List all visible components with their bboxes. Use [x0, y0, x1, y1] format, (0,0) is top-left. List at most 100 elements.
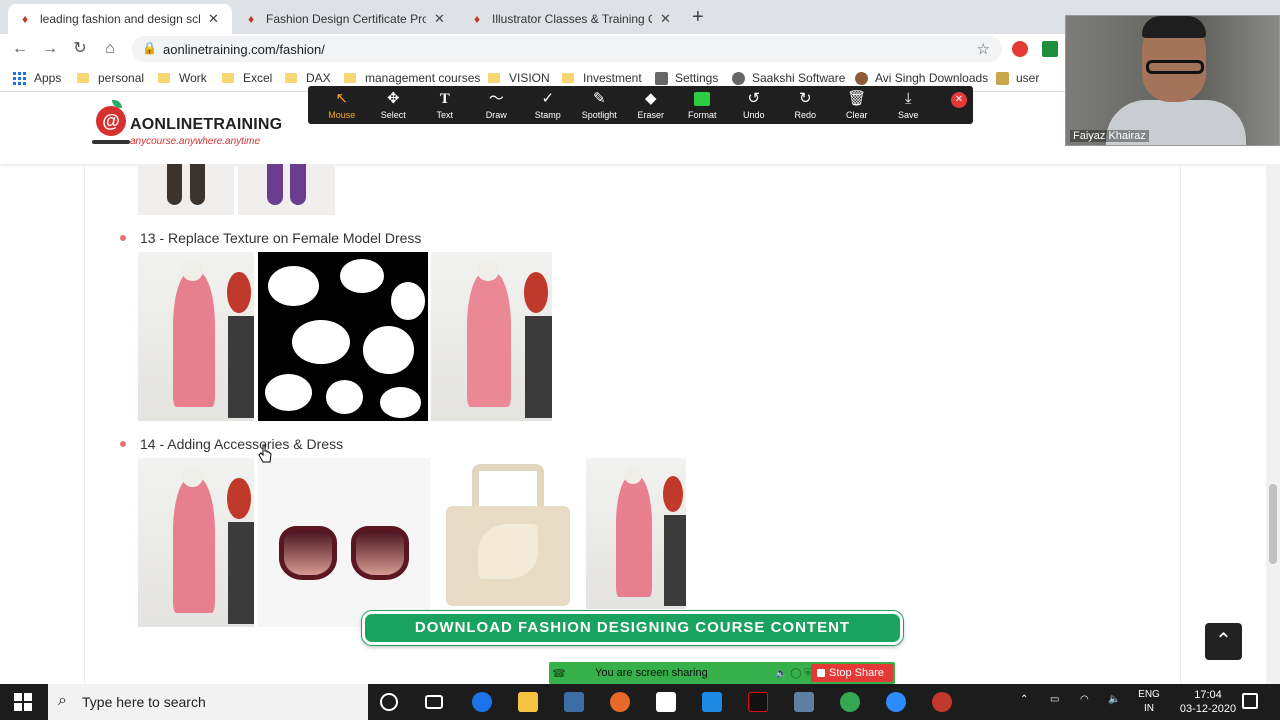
- draw-tool-button[interactable]: 〜 Draw: [471, 86, 523, 124]
- model-dress-image: [138, 458, 254, 627]
- amazon-icon[interactable]: [656, 692, 676, 712]
- save-button[interactable]: ⤓ Save: [883, 86, 935, 124]
- extension-icon[interactable]: [1042, 41, 1058, 57]
- bullet-icon: [120, 441, 126, 447]
- tab-title: leading fashion and design scho: [40, 12, 200, 26]
- eraser-tool-button[interactable]: ◆ Eraser: [625, 86, 677, 124]
- sunglasses-image: [258, 458, 430, 627]
- windows-start-icon[interactable]: [14, 693, 32, 711]
- bookmark-user[interactable]: user: [996, 71, 1039, 85]
- download-icon: ⤓: [904, 90, 912, 107]
- download-course-content-button[interactable]: DOWNLOAD FASHION DESIGNING COURSE CONTEN…: [362, 611, 903, 645]
- scrollbar-thumb[interactable]: [1269, 484, 1277, 564]
- hand-cursor-icon: [258, 444, 272, 463]
- edge-icon[interactable]: [472, 692, 492, 712]
- close-tab-icon[interactable]: ✕: [434, 11, 445, 27]
- participant-video[interactable]: Faiyaz Khairaz: [1065, 15, 1280, 146]
- logo-text: AONLINETRAINING: [130, 116, 283, 133]
- close-tab-icon[interactable]: ✕: [660, 11, 671, 27]
- folder-icon: [222, 73, 234, 83]
- mouse-tool-button[interactable]: ↖ Mouse: [316, 86, 368, 124]
- format-tool-button[interactable]: Format: [677, 86, 729, 124]
- tab-fashion-school[interactable]: ♦ leading fashion and design scho ✕: [8, 4, 232, 34]
- section-13-title: 13 - Replace Texture on Female Model Dre…: [120, 230, 421, 246]
- globe-icon: [732, 71, 745, 85]
- notification-icon[interactable]: [1242, 693, 1258, 709]
- model-textured-dress-image: [431, 252, 552, 421]
- clear-button[interactable]: 🗑 Clear: [831, 86, 883, 124]
- select-tool-button[interactable]: ✥ Select: [368, 86, 420, 124]
- close-annotation-icon[interactable]: ✕: [951, 92, 967, 108]
- page-scrollbar[interactable]: [1266, 164, 1280, 684]
- spotlight-tool-button[interactable]: ✎ Spotlight: [574, 86, 626, 124]
- clock-date: 03-12-2020: [1179, 703, 1237, 715]
- network-app-icon[interactable]: [794, 692, 814, 712]
- store-icon[interactable]: [564, 692, 584, 712]
- folder-icon: [488, 73, 500, 83]
- mail-icon[interactable]: [702, 692, 722, 712]
- screen-sharing-bar[interactable]: ☎ You are screen sharing 🔈 ◯ ⛨ Stop Shar…: [549, 662, 895, 684]
- bookmark-star-icon[interactable]: ☆: [977, 40, 990, 58]
- logo-tagline: anycourse.anywhere.anytime: [130, 136, 261, 147]
- wifi-icon[interactable]: ◠: [1080, 694, 1089, 720]
- file-explorer-icon[interactable]: [518, 692, 538, 712]
- bookmark-saakshi-software[interactable]: Saakshi Software: [732, 71, 845, 85]
- stop-share-button[interactable]: Stop Share: [811, 664, 893, 682]
- language-indicator[interactable]: ENG IN: [1137, 688, 1161, 716]
- taskbar-search-box[interactable]: ⌕ Type here to search: [48, 684, 368, 720]
- folder-icon: [285, 73, 297, 83]
- search-placeholder: Type here to search: [82, 694, 206, 710]
- tab-fashion-certificate[interactable]: ♦ Fashion Design Certificate Progr ✕: [234, 4, 458, 34]
- bookmark-vision[interactable]: VISION: [488, 71, 550, 85]
- bookmark-apps[interactable]: Apps: [13, 71, 61, 85]
- volume-icon[interactable]: 🔈: [1108, 694, 1120, 720]
- redo-button[interactable]: ↻ Redo: [780, 86, 832, 124]
- opera-extension-icon[interactable]: [1012, 41, 1028, 57]
- zoom-icon[interactable]: [886, 692, 906, 712]
- model-pink-dress-image: [138, 252, 254, 421]
- scroll-to-top-button[interactable]: ⌃: [1205, 623, 1242, 660]
- netflix-icon[interactable]: [748, 692, 768, 712]
- model-with-accessories-image: [586, 458, 686, 609]
- bookmark-management-courses[interactable]: management courses: [344, 71, 480, 85]
- app-icon[interactable]: [932, 692, 952, 712]
- text-tool-button[interactable]: T Text: [419, 86, 471, 124]
- bookmark-excel[interactable]: Excel: [222, 71, 272, 85]
- bookmark-investment[interactable]: Investment: [562, 71, 642, 85]
- bookmark-work[interactable]: Work: [158, 71, 207, 85]
- cortana-icon[interactable]: [380, 693, 398, 711]
- color-swatch-icon: [694, 92, 711, 106]
- undo-button[interactable]: ↺ Undo: [728, 86, 780, 124]
- site-logo[interactable]: @ AONLINETRAINING anycourse.anywhere.any…: [90, 100, 290, 156]
- forward-arrow-icon[interactable]: →: [40, 39, 60, 59]
- stamp-tool-button[interactable]: ✓ Stamp: [522, 86, 574, 124]
- bookmark-avi-singh-downloads[interactable]: Avi Singh Downloads: [855, 71, 988, 85]
- address-bar[interactable]: 🔒 aonlinetraining.com/fashion/ ☆: [132, 36, 1002, 62]
- redo-icon: ↻: [798, 90, 812, 107]
- firefox-icon[interactable]: [610, 692, 630, 712]
- system-clock[interactable]: 17:04 03-12-2020: [1178, 688, 1238, 716]
- new-tab-icon[interactable]: +: [692, 6, 704, 29]
- bookmark-dax[interactable]: DAX: [285, 71, 331, 85]
- site-favicon-icon: ♦: [473, 12, 481, 26]
- bookmark-settings[interactable]: Settings: [655, 71, 718, 85]
- section-12-image-1: [138, 164, 234, 215]
- tab-illustrator-classes[interactable]: ♦ Illustrator Classes & Training Onl ✕: [460, 4, 684, 34]
- site-favicon-icon: ♦: [247, 12, 255, 26]
- annotation-toolbar: ↖ Mouse ✥ Select T Text 〜 Draw ✓ Stamp ✎ Spotl…: [308, 86, 973, 124]
- chrome-icon[interactable]: [840, 692, 860, 712]
- reload-icon[interactable]: ↻: [70, 39, 90, 59]
- home-icon[interactable]: ⌂: [100, 39, 120, 59]
- back-arrow-icon[interactable]: ←: [10, 39, 30, 59]
- sharing-status-text: You are screen sharing: [595, 667, 708, 679]
- windows-taskbar: ⌕ Type here to search ⌃ ▭ ◠ 🔈 ENG IN 17:…: [0, 684, 1280, 720]
- apps-grid-icon: [13, 71, 26, 85]
- glasses-icon: [1146, 60, 1204, 74]
- phone-icon: ☎: [552, 667, 566, 680]
- tray-chevron-icon[interactable]: ⌃: [1020, 694, 1028, 720]
- close-tab-icon[interactable]: ✕: [208, 11, 219, 27]
- tab-title: Illustrator Classes & Training Onl: [492, 12, 652, 26]
- bookmark-personal[interactable]: personal: [77, 71, 144, 85]
- task-view-icon[interactable]: [425, 695, 443, 709]
- battery-icon[interactable]: ▭: [1050, 694, 1059, 720]
